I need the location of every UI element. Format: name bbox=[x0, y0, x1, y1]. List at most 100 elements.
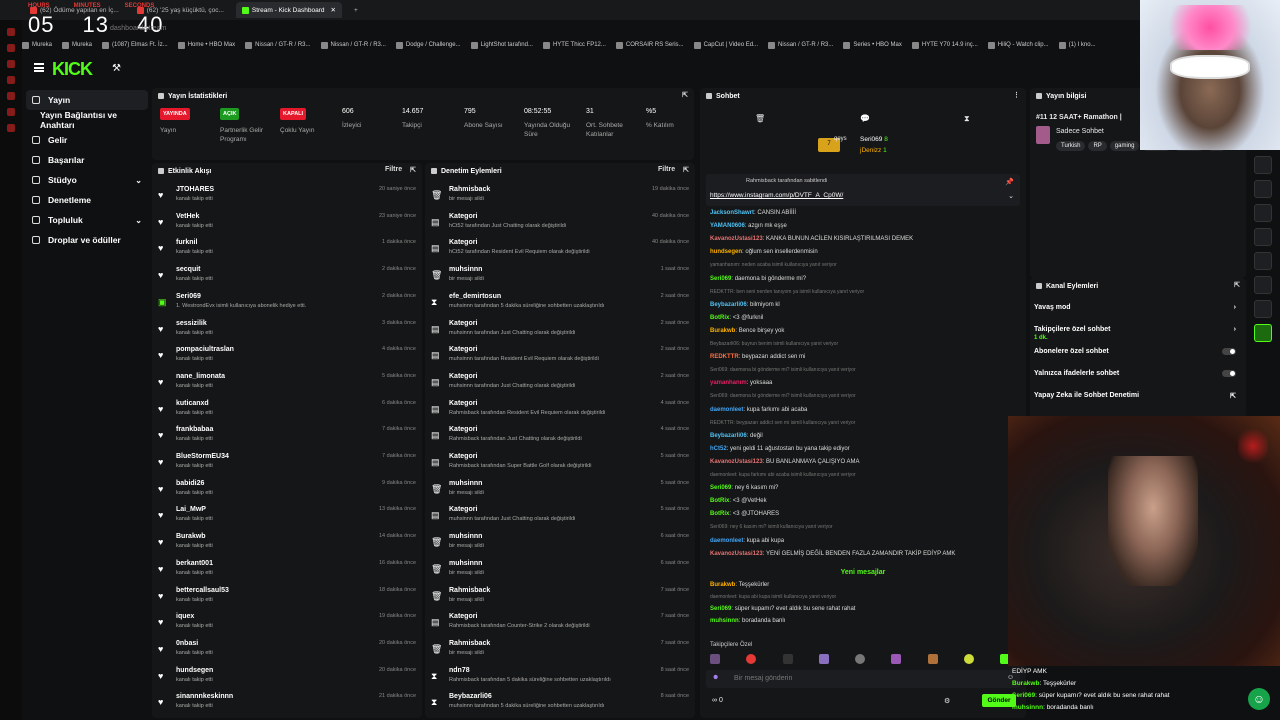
sidebar-app-icon[interactable] bbox=[7, 108, 15, 116]
feed-row[interactable]: ♥ hundsegen kanalı takip etti 20 dakika önc… bbox=[152, 664, 422, 690]
chat-username[interactable]: muhsinnn bbox=[710, 618, 739, 624]
channel-points[interactable]: ∞ 0 bbox=[712, 697, 723, 704]
chat-message[interactable]: Beybazarli06: değil bbox=[710, 433, 763, 439]
feed-row[interactable]: 🗑 Rahmisback bir mesajı sildi 7 saat önce bbox=[425, 637, 695, 663]
chat-reply-context[interactable]: REDKTTR: beypazarı addict sen mi isimli … bbox=[710, 420, 855, 426]
chat-message[interactable]: Burakwb: Teşşekürler bbox=[710, 582, 769, 588]
nav-item-drops[interactable]: Droplar ve ödüller bbox=[26, 230, 148, 250]
channel-action-label[interactable]: Abonelere özel sohbet bbox=[1034, 348, 1109, 355]
chat-message[interactable]: Beybazarli06: bilmiyom kl bbox=[710, 302, 780, 308]
chat-reply-context[interactable]: daemonleet: kupa abi kupa isimli kullanı… bbox=[710, 594, 836, 600]
flash-icon[interactable] bbox=[1254, 156, 1272, 174]
bookmark[interactable]: Nissan / GT-R / R3... bbox=[245, 41, 311, 49]
emote-icon[interactable] bbox=[855, 654, 865, 664]
filter-button[interactable]: Filtre bbox=[385, 166, 402, 174]
feed-row[interactable]: ▤ Kategori hCt52 tarafından Just Chatting … bbox=[425, 210, 695, 236]
send-button[interactable]: Gönder bbox=[982, 694, 1016, 707]
bookmark[interactable]: HYTE Thicc FP12... bbox=[542, 41, 606, 49]
chat-username[interactable]: Burakwb bbox=[710, 328, 735, 334]
chat-message[interactable]: Seri069: süper kupamı? evet aldık bu sen… bbox=[710, 606, 855, 612]
feed-row[interactable]: ♥ BlueStormEU34 kanalı takip etti 7 dakika … bbox=[152, 450, 422, 476]
tag-chip[interactable]: Turkish bbox=[1056, 141, 1086, 151]
bookmark[interactable]: Dodge / Challenge... bbox=[395, 41, 461, 49]
chat-message[interactable]: BotRix: <3 @furknil bbox=[710, 315, 763, 321]
chat-settings-icon[interactable]: ⚙ bbox=[944, 697, 950, 705]
feed-row[interactable]: ▤ Kategori muhsinnn tarafından Just Chatti… bbox=[425, 370, 695, 396]
chat-message[interactable]: daemonleet: kupa farkımı abi acaba bbox=[710, 407, 807, 413]
feed-row[interactable]: ♥ sinannnkeskinnn kanalı takip etti 21 daki… bbox=[152, 690, 422, 716]
emote-picker-icon[interactable]: ☻ bbox=[712, 674, 719, 681]
kick-logo[interactable]: KICK bbox=[52, 59, 93, 80]
feed-row[interactable]: ♥ nane_limonata kanalı takip etti 5 dakika … bbox=[152, 370, 422, 396]
menu-icon[interactable] bbox=[34, 63, 44, 72]
sidebar-app-icon[interactable] bbox=[7, 92, 15, 100]
feed-row[interactable]: ♥ berkant001 kanalı takip etti 16 dakika ön… bbox=[152, 557, 422, 583]
feed-row[interactable]: 🗑 Rahmisback bir mesajı sildi 7 saat önce bbox=[425, 584, 695, 610]
chat-message[interactable]: REDKTTR: beypazarı addict sen mi bbox=[710, 354, 805, 360]
chat-username[interactable]: YAMAN0606 bbox=[710, 223, 745, 229]
chat-username[interactable]: JacksonShawrt bbox=[710, 210, 754, 216]
chat-username[interactable]: daemonleet bbox=[710, 538, 743, 544]
bookmark[interactable]: LightShot tarafınd... bbox=[470, 41, 533, 49]
chat-message[interactable]: hCt52: yeni geldi 11 ağustostan bu yana … bbox=[710, 446, 850, 452]
feed-row[interactable]: ▤ Kategori hCt52 tarafından Resident Evil … bbox=[425, 236, 695, 262]
chevron-right-icon[interactable]: › bbox=[1234, 304, 1236, 311]
feed-row[interactable]: 🗑 muhsinnn bir mesajı sildi 6 saat önce bbox=[425, 557, 695, 583]
browser-tab-active[interactable]: Stream - Kick Dashboard ✕ bbox=[235, 2, 342, 18]
chat-message[interactable]: Seri069: ney 6 kasım mi? bbox=[710, 485, 778, 491]
people-icon[interactable] bbox=[1254, 300, 1272, 318]
chat-message[interactable]: BotRix: <3 @VetHek bbox=[710, 498, 767, 504]
chat-username[interactable]: KavanozUstasi123 bbox=[710, 459, 763, 465]
chat-message[interactable]: BotRix: <3 @JTOHARES bbox=[710, 511, 779, 517]
channel-action-label[interactable]: Takipçilere özel sohbet bbox=[1034, 326, 1111, 333]
feed-row[interactable]: ▣ Seri069 1. WestrondEvx isimli kullanıcıy… bbox=[152, 290, 422, 316]
bookmark[interactable]: Mureka bbox=[22, 41, 52, 49]
nav-item-stream[interactable]: Yayın bbox=[26, 90, 148, 110]
chat-username[interactable]: BotRix bbox=[710, 315, 729, 321]
feed-row[interactable]: 🗑 muhsinnn bir mesajı sildi 5 saat önce bbox=[425, 477, 695, 503]
chevron-down-icon[interactable]: ⌄ bbox=[1008, 192, 1014, 200]
toggle-switch[interactable] bbox=[1222, 348, 1236, 355]
sidebar-app-icon[interactable] bbox=[7, 60, 15, 68]
chat-bubble-icon[interactable]: 💬 bbox=[860, 114, 870, 123]
chat-message[interactable]: Burakwb: Bence birşey yok bbox=[710, 328, 784, 334]
heart-emote-icon[interactable] bbox=[746, 654, 757, 664]
hourglass-icon[interactable]: ⧗ bbox=[964, 114, 970, 124]
chat-username[interactable]: hCt52 bbox=[710, 446, 727, 452]
bookmark[interactable]: Nissan / GT-R / R3... bbox=[320, 41, 386, 49]
nav-item-moderation[interactable]: Denetleme bbox=[26, 190, 148, 210]
chat-message[interactable]: KavanozUstasi123: BU BANLANMAYA ÇALIŞIYO… bbox=[710, 459, 860, 465]
chat-reply-context[interactable]: REDKTTR: ben seni nerden tanıyom ya isim… bbox=[710, 289, 864, 295]
chevron-right-icon[interactable]: › bbox=[1234, 326, 1236, 333]
chat-username[interactable]: hundsegen bbox=[710, 249, 742, 255]
filter-button[interactable]: Filtre bbox=[658, 166, 675, 174]
chat-reply-context[interactable]: yamanhanım: neden acaba isimli kullanıcı… bbox=[710, 262, 837, 268]
channel-action-label[interactable]: Yavaş mod bbox=[1034, 304, 1071, 311]
chat-username[interactable]: REDKTTR bbox=[710, 354, 739, 360]
chat-message[interactable]: hundsegen: oğlum sen insellerdenmisin bbox=[710, 249, 818, 255]
chat-username[interactable]: Beybazarli06 bbox=[710, 433, 747, 439]
feed-row[interactable]: 🗑 muhsinnn bir mesajı sildi 1 saat önce bbox=[425, 263, 695, 289]
sidebar-app-icon[interactable] bbox=[7, 44, 15, 52]
chat-reply-context[interactable]: Seri069: daemona bi gönderme mi? isimli … bbox=[710, 367, 856, 373]
bookmark[interactable]: (1087) Elmas Ft. İz... bbox=[102, 41, 168, 49]
chat-username[interactable]: Beybazarli06 bbox=[710, 302, 747, 308]
tag-chip[interactable]: gaming bbox=[1109, 141, 1140, 151]
nav-item-community[interactable]: Topluluk ⌄ bbox=[26, 210, 148, 230]
chat-message[interactable]: muhsinnn: boradanda banlı bbox=[710, 618, 785, 624]
chat-username[interactable]: BotRix bbox=[710, 498, 729, 504]
pinned-message[interactable]: Rahmisback tarafından sabitlendi https:/… bbox=[706, 174, 1020, 206]
emote-icon[interactable] bbox=[782, 654, 793, 664]
feed-row[interactable]: ♥ babidi26 kanalı takip etti 9 dakika önce bbox=[152, 477, 422, 503]
bookmark[interactable]: CapCut | Video Ed... bbox=[693, 41, 758, 49]
bookmark[interactable]: (1) I kno... bbox=[1058, 41, 1096, 49]
feed-row[interactable]: ▤ Kategori muhsinnn tarafından Just Chatti… bbox=[425, 317, 695, 343]
chat-widget-icon[interactable] bbox=[1254, 204, 1272, 222]
address-bar[interactable]: dashboard/stream bbox=[60, 22, 660, 36]
channel-action-label[interactable]: Yapay Zeka ile Sohbet Denetimi bbox=[1034, 392, 1139, 399]
wrench-icon[interactable]: ⚒ bbox=[112, 63, 121, 74]
nav-item-stream-key[interactable]: Yayın Bağlantısı ve Anahtarı bbox=[26, 110, 148, 130]
channel-action-label[interactable]: Yalnızca ifadelerle sohbet bbox=[1034, 370, 1119, 377]
document-icon[interactable] bbox=[1254, 180, 1272, 198]
nav-item-studio[interactable]: Stüdyo ⌄ bbox=[26, 170, 148, 190]
